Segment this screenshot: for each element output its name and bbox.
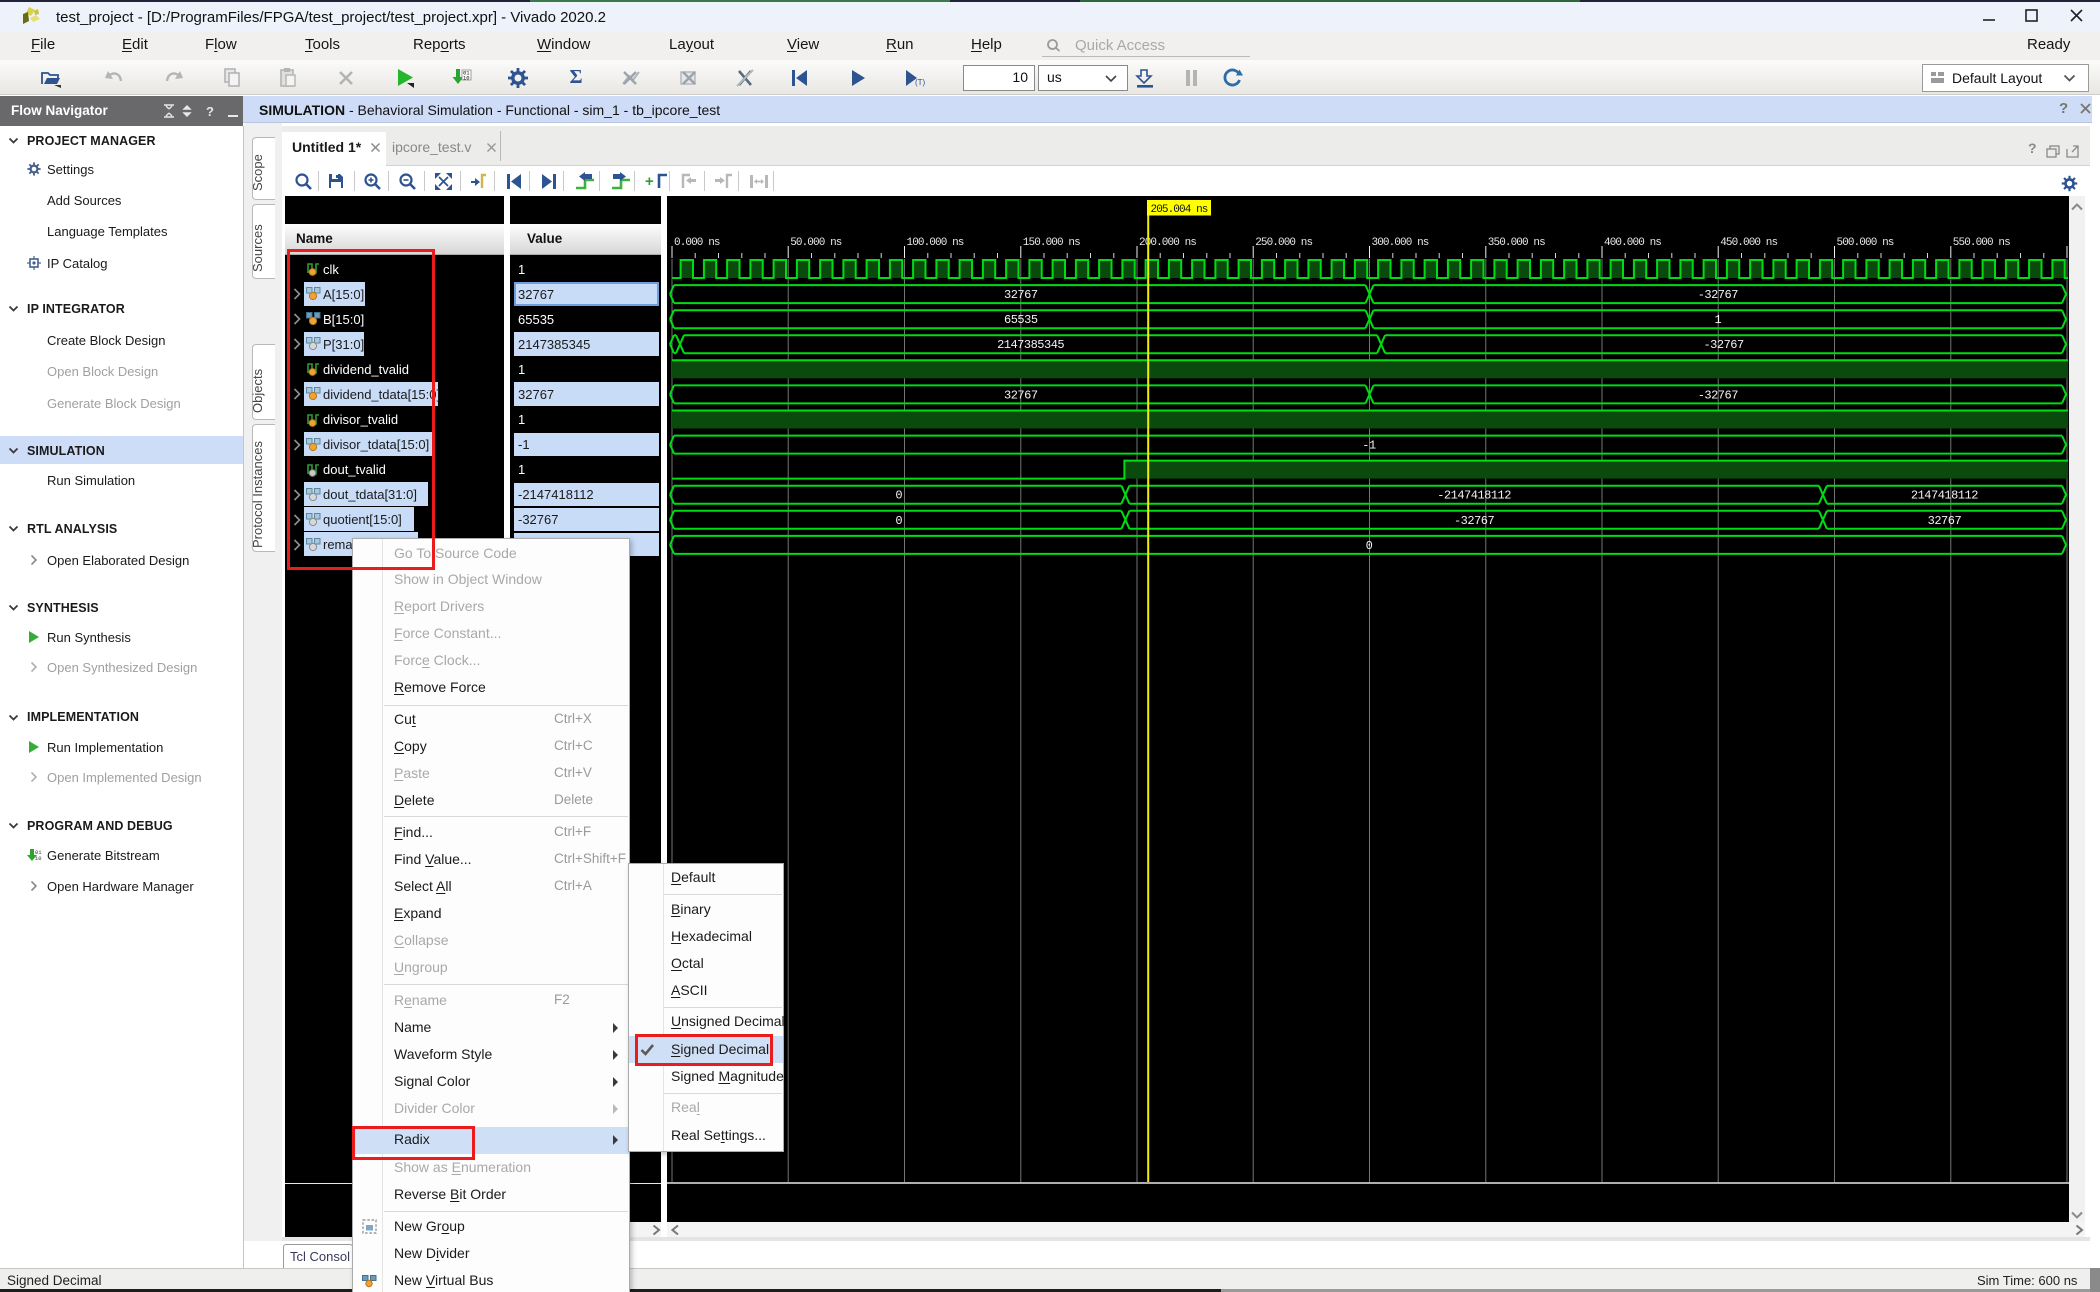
svg-text:0.000 ns: 0.000 ns	[674, 237, 720, 249]
svg-text:-32767: -32767	[1703, 338, 1744, 352]
svg-text:2147418112: 2147418112	[1911, 489, 1978, 503]
svg-text:32767: 32767	[1928, 514, 1962, 528]
svg-text:450.000 ns: 450.000 ns	[1720, 237, 1777, 249]
svg-text:65535: 65535	[1004, 313, 1038, 327]
svg-text:-1: -1	[1362, 439, 1376, 453]
svg-text:(T): (T)	[915, 78, 926, 87]
svg-text:-2147418112: -2147418112	[1437, 489, 1511, 503]
svg-text:-32767: -32767	[1698, 388, 1739, 402]
svg-text:2147385345: 2147385345	[997, 338, 1064, 352]
svg-text:550.000 ns: 550.000 ns	[1953, 237, 2010, 249]
svg-text:500.000 ns: 500.000 ns	[1837, 237, 1894, 249]
svg-text:32767: 32767	[1004, 388, 1038, 402]
svg-text:32767: 32767	[1004, 288, 1038, 302]
svg-text:10: 10	[463, 75, 470, 82]
svg-text:0: 0	[1366, 539, 1373, 553]
svg-text:205.004 ns: 205.004 ns	[1151, 204, 1208, 216]
svg-text:150.000 ns: 150.000 ns	[1023, 237, 1080, 249]
svg-text:400.000 ns: 400.000 ns	[1604, 237, 1661, 249]
svg-text:0: 0	[895, 489, 902, 503]
svg-text:50.000 ns: 50.000 ns	[790, 237, 842, 249]
svg-text:100.000 ns: 100.000 ns	[907, 237, 964, 249]
svg-text:-32767: -32767	[1698, 288, 1739, 302]
svg-text:350.000 ns: 350.000 ns	[1488, 237, 1545, 249]
svg-text:-32767: -32767	[1454, 514, 1495, 528]
svg-text:?: ?	[206, 104, 214, 118]
svg-text:300.000 ns: 300.000 ns	[1372, 237, 1429, 249]
svg-text:1: 1	[1714, 313, 1721, 327]
svg-text:0: 0	[895, 514, 902, 528]
svg-text:10: 10	[35, 855, 42, 862]
svg-text:250.000 ns: 250.000 ns	[1255, 237, 1312, 249]
